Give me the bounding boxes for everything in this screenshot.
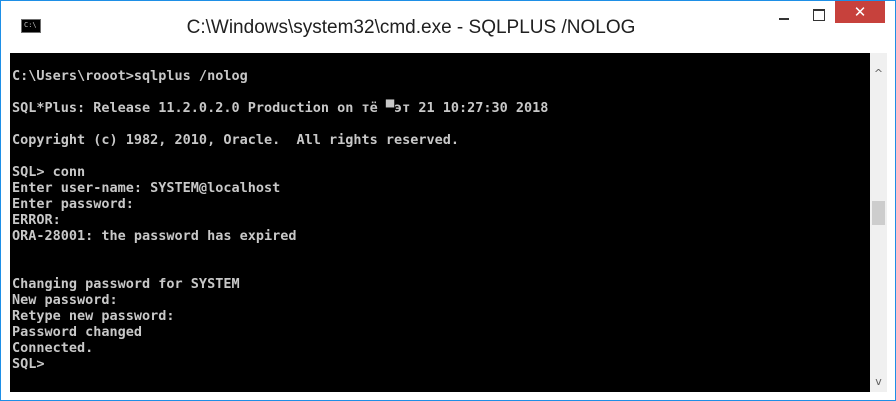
scroll-up-arrow-icon[interactable]: ^ [870, 65, 887, 82]
cmd-app-icon[interactable]: C:\ [21, 19, 41, 33]
console-line: Enter user-name: SYSTEM@localhost [12, 180, 281, 196]
scroll-thumb[interactable] [872, 201, 885, 225]
title-bar[interactable]: C:\ C:\Windows\system32\cmd.exe - SQLPLU… [1, 1, 895, 53]
cmd-window: C:\ C:\Windows\system32\cmd.exe - SQLPLU… [0, 0, 896, 401]
console-line: ERROR: [12, 212, 61, 228]
console-line: Password changed [12, 324, 143, 340]
maximize-icon [813, 9, 825, 21]
console-output[interactable]: C:\Users\rooot>sqlplus /nolog SQL*Plus: R… [10, 53, 870, 392]
minimize-icon [779, 18, 789, 20]
console-line: Enter password: [12, 196, 134, 212]
console-line: SQL*Plus: Release 11.2.0.2.0 Production … [12, 100, 549, 116]
window-title: C:\Windows\system32\cmd.exe - SQLPLUS /N… [186, 17, 636, 38]
scroll-down-arrow-icon[interactable]: v [870, 373, 887, 390]
window-bottom-border [1, 392, 895, 400]
console-line: SQL> [12, 356, 45, 372]
console-line: C:\Users\rooot>sqlplus /nolog [12, 68, 248, 84]
console-line: SQL> conn [12, 164, 86, 180]
console-lines: C:\Users\rooot>sqlplus /nolog SQL*Plus: R… [12, 68, 548, 372]
console-line: Changing password for SYSTEM [12, 276, 240, 292]
cmd-app-icon-label: C:\ [24, 21, 37, 29]
console-line: New password: [12, 292, 118, 308]
minimize-button[interactable] [767, 1, 801, 31]
vertical-scrollbar[interactable]: ^ v [870, 53, 887, 392]
console-line: ORA-28001: the password has expired [12, 228, 297, 244]
maximize-button[interactable] [801, 1, 835, 31]
console-line: Retype new password: [12, 308, 175, 324]
close-button[interactable]: ✕ [835, 1, 885, 23]
console-line: Copyright (c) 1982, 2010, Oracle. All ri… [12, 132, 460, 148]
close-icon: ✕ [853, 3, 867, 21]
console-line: Connected. [12, 340, 94, 356]
